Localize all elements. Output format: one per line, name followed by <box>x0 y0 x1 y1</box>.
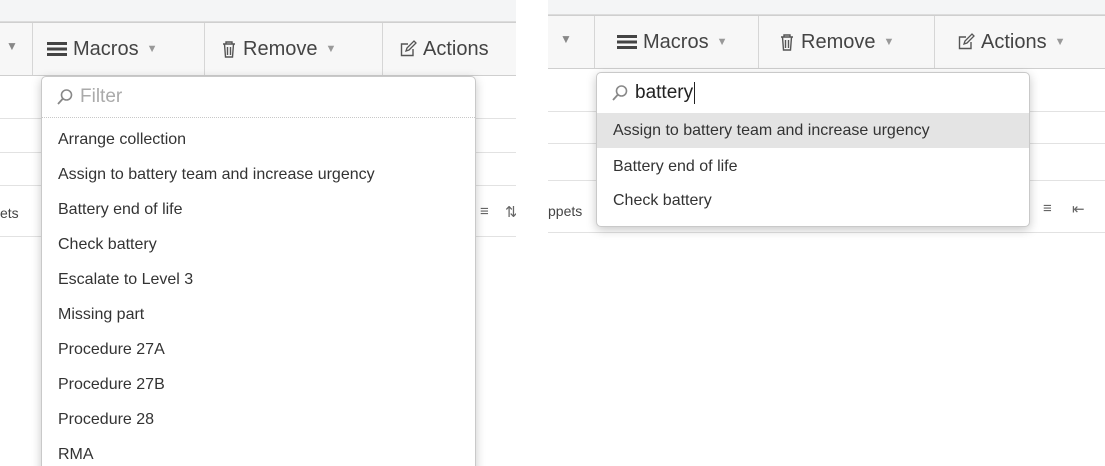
left-screenshot-panel: ▼ Macros ▼ Remove ▼ Actions ets ≡ ⇅ Filt… <box>0 0 516 466</box>
remove-label: Remove <box>243 37 318 60</box>
actions-button[interactable]: Actions <box>382 23 516 75</box>
macro-item-highlighted[interactable]: Assign to battery team and increase urge… <box>597 113 1029 148</box>
remove-button[interactable]: Remove ▼ <box>758 16 939 68</box>
macro-item[interactable]: Battery end of life <box>597 148 1029 185</box>
right-screenshot-panel: ▼ Macros ▼ Remove ▼ Actions ▼ ppets ≡ ⇤ <box>548 0 1105 248</box>
outdent-icon[interactable]: ⇤ <box>1072 200 1085 218</box>
list-icon <box>47 41 67 57</box>
filter-bar <box>42 77 475 118</box>
actions-button[interactable]: Actions ▼ <box>934 16 1105 68</box>
chevron-down-icon: ▼ <box>146 43 158 55</box>
divider <box>548 232 1105 233</box>
list-icon <box>617 34 637 50</box>
macro-item[interactable]: RMA <box>42 437 475 466</box>
chevron-down-icon[interactable]: ▼ <box>6 39 18 53</box>
actions-label: Actions <box>423 37 489 60</box>
filter-input[interactable]: battery <box>635 82 693 104</box>
macro-item[interactable]: Arrange collection <box>42 122 475 157</box>
edit-icon <box>399 40 417 58</box>
chevron-down-icon: ▼ <box>883 36 895 48</box>
edit-icon <box>957 33 975 51</box>
macros-label: Macros <box>73 37 139 60</box>
macro-item[interactable]: Assign to battery team and increase urge… <box>42 157 475 192</box>
snippets-tab-label[interactable]: ets <box>0 205 19 221</box>
macro-item[interactable]: Procedure 27B <box>42 367 475 402</box>
macro-item[interactable]: Battery end of life <box>42 192 475 227</box>
remove-label: Remove <box>801 30 876 53</box>
snippets-tab-label[interactable]: ppets <box>548 203 582 219</box>
macro-item[interactable]: Procedure 27A <box>42 332 475 367</box>
list-indent-icon[interactable]: ≡ <box>1043 200 1052 217</box>
macro-item[interactable]: Escalate to Level 3 <box>42 262 475 297</box>
toolbar: ▼ Macros ▼ Remove ▼ Actions ▼ <box>548 15 1105 69</box>
top-band <box>548 0 1105 15</box>
chevron-down-icon: ▼ <box>1054 36 1066 48</box>
macros-button[interactable]: Macros ▼ <box>32 23 203 75</box>
search-icon <box>56 88 74 106</box>
text-cursor <box>694 82 696 104</box>
trash-icon <box>779 33 795 51</box>
actions-label: Actions <box>981 30 1047 53</box>
search-icon <box>611 84 629 102</box>
top-band <box>0 0 516 22</box>
macros-label: Macros <box>643 30 709 53</box>
macro-item[interactable]: Check battery <box>597 185 1029 221</box>
chevron-down-icon: ▼ <box>716 36 728 48</box>
chevron-down-icon[interactable]: ▼ <box>560 32 572 46</box>
filter-input[interactable] <box>80 86 380 108</box>
macro-item[interactable]: Missing part <box>42 297 475 332</box>
macro-item[interactable]: Procedure 28 <box>42 402 475 437</box>
macros-dropdown: Arrange collection Assign to battery tea… <box>41 76 476 466</box>
macros-button[interactable]: Macros ▼ <box>594 16 757 68</box>
macro-item[interactable]: Check battery <box>42 227 475 262</box>
trash-icon <box>221 40 237 58</box>
list-indent-icon[interactable]: ≡ <box>480 203 489 220</box>
remove-button[interactable]: Remove ▼ <box>204 23 391 75</box>
macros-dropdown: battery Assign to battery team and incre… <box>596 72 1030 227</box>
chevron-down-icon: ▼ <box>325 43 337 55</box>
filter-bar: battery <box>597 73 1029 113</box>
sort-icon[interactable]: ⇅ <box>505 203 516 221</box>
toolbar: ▼ Macros ▼ Remove ▼ Actions <box>0 22 516 76</box>
